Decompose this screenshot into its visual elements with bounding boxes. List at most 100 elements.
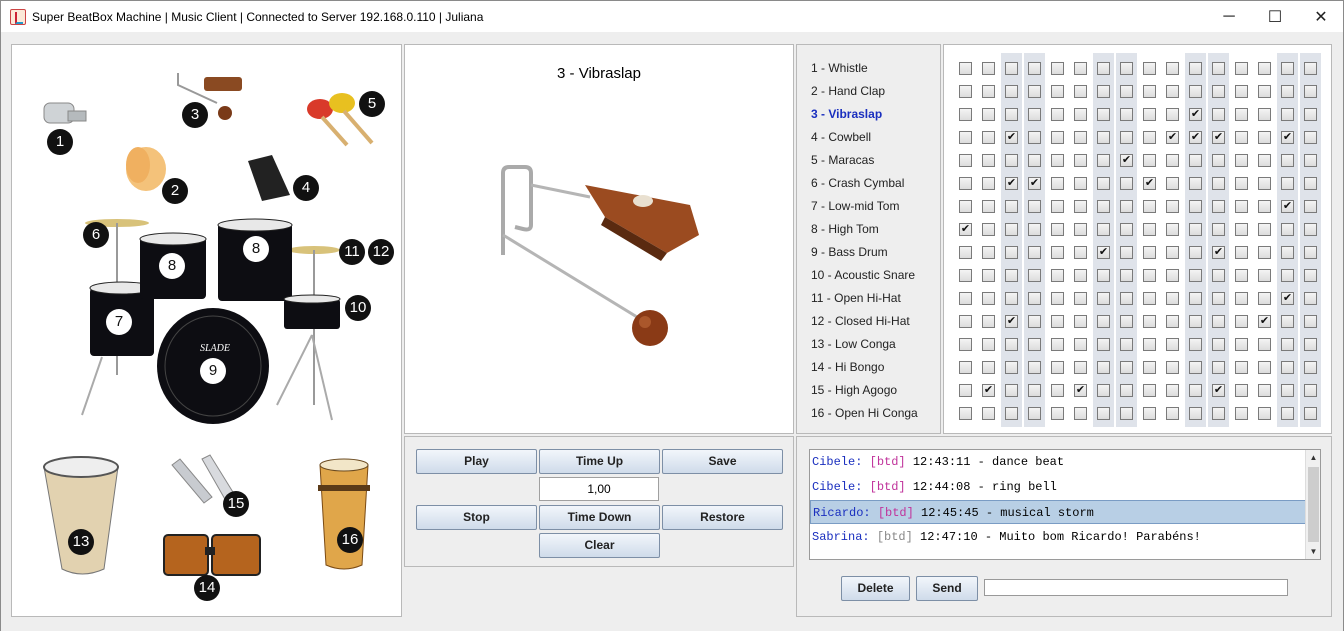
beat-checkbox[interactable] bbox=[1097, 315, 1110, 328]
beat-checkbox[interactable] bbox=[1097, 108, 1110, 121]
instrument-name-item[interactable]: 6 - Crash Cymbal bbox=[811, 173, 904, 193]
beat-checkbox[interactable]: ✔ bbox=[1281, 200, 1294, 213]
beat-checkbox[interactable]: ✔ bbox=[1120, 154, 1133, 167]
instrument-name-item[interactable]: 11 - Open Hi-Hat bbox=[811, 288, 901, 308]
beat-checkbox[interactable] bbox=[1304, 62, 1317, 75]
beat-checkbox[interactable] bbox=[1074, 361, 1087, 374]
beat-checkbox[interactable] bbox=[982, 85, 995, 98]
beat-checkbox[interactable] bbox=[1143, 384, 1156, 397]
beat-checkbox[interactable] bbox=[959, 131, 972, 144]
beat-checkbox[interactable] bbox=[1028, 131, 1041, 144]
chat-message[interactable]: Ricardo: [btd] 12:45:45 - musical storm bbox=[810, 500, 1307, 524]
beat-checkbox[interactable] bbox=[1143, 361, 1156, 374]
beat-checkbox[interactable] bbox=[1097, 292, 1110, 305]
beat-checkbox[interactable] bbox=[1074, 338, 1087, 351]
beat-checkbox[interactable] bbox=[1166, 108, 1179, 121]
beat-checkbox[interactable] bbox=[959, 292, 972, 305]
beat-checkbox[interactable] bbox=[1212, 108, 1225, 121]
beat-checkbox[interactable] bbox=[1005, 62, 1018, 75]
message-list[interactable]: Sabrina: [btd] 12:47:10 - Muito bom Rica… bbox=[809, 449, 1321, 560]
beat-checkbox[interactable] bbox=[959, 407, 972, 420]
beat-checkbox[interactable] bbox=[1028, 384, 1041, 397]
scroll-up-arrow-icon[interactable]: ▲ bbox=[1306, 450, 1320, 465]
beat-checkbox[interactable] bbox=[1212, 177, 1225, 190]
beat-checkbox[interactable] bbox=[1235, 177, 1248, 190]
beat-checkbox[interactable] bbox=[1005, 246, 1018, 259]
beat-checkbox[interactable] bbox=[1281, 315, 1294, 328]
beat-checkbox[interactable] bbox=[1097, 269, 1110, 282]
beat-checkbox[interactable] bbox=[959, 154, 972, 167]
instrument-name-item[interactable]: 9 - Bass Drum bbox=[811, 242, 888, 262]
title-bar[interactable]: Super BeatBox Machine | Music Client | C… bbox=[1, 1, 1343, 32]
chat-message[interactable]: Cibele: [btd] 12:43:11 - dance beat bbox=[810, 450, 1307, 474]
beat-checkbox[interactable] bbox=[1097, 177, 1110, 190]
beat-checkbox[interactable]: ✔ bbox=[1212, 384, 1225, 397]
beat-checkbox[interactable] bbox=[1189, 154, 1202, 167]
beat-checkbox[interactable] bbox=[1120, 62, 1133, 75]
beat-checkbox[interactable]: ✔ bbox=[1166, 131, 1179, 144]
beat-checkbox[interactable] bbox=[1120, 338, 1133, 351]
beat-checkbox[interactable] bbox=[1051, 223, 1064, 236]
instrument-name-item[interactable]: 3 - Vibraslap bbox=[811, 104, 882, 124]
beat-checkbox[interactable] bbox=[1097, 223, 1110, 236]
beat-checkbox[interactable] bbox=[1212, 200, 1225, 213]
beat-checkbox[interactable] bbox=[1258, 223, 1271, 236]
beat-checkbox[interactable] bbox=[1166, 200, 1179, 213]
beat-checkbox[interactable] bbox=[1074, 108, 1087, 121]
beat-checkbox[interactable]: ✔ bbox=[982, 384, 995, 397]
beat-checkbox[interactable] bbox=[1304, 407, 1317, 420]
beat-checkbox[interactable] bbox=[1005, 292, 1018, 305]
beat-checkbox[interactable] bbox=[1074, 131, 1087, 144]
beat-checkbox[interactable] bbox=[1258, 361, 1271, 374]
beat-checkbox[interactable] bbox=[1051, 200, 1064, 213]
beat-checkbox[interactable] bbox=[1304, 315, 1317, 328]
beat-checkbox[interactable] bbox=[1235, 246, 1248, 259]
beat-checkbox[interactable]: ✔ bbox=[1005, 131, 1018, 144]
beat-checkbox[interactable] bbox=[1212, 62, 1225, 75]
beat-checkbox[interactable] bbox=[1143, 269, 1156, 282]
beat-checkbox[interactable] bbox=[1074, 292, 1087, 305]
beat-checkbox[interactable] bbox=[1281, 269, 1294, 282]
beat-checkbox[interactable] bbox=[982, 62, 995, 75]
message-input[interactable] bbox=[984, 579, 1288, 596]
beat-checkbox[interactable] bbox=[1005, 85, 1018, 98]
instrument-name-item[interactable]: 1 - Whistle bbox=[811, 58, 868, 78]
beat-checkbox[interactable] bbox=[1212, 338, 1225, 351]
beat-checkbox[interactable] bbox=[959, 269, 972, 282]
beat-checkbox[interactable] bbox=[1235, 338, 1248, 351]
beat-checkbox[interactable] bbox=[1051, 85, 1064, 98]
beat-checkbox[interactable] bbox=[1028, 200, 1041, 213]
beat-checkbox[interactable] bbox=[1258, 108, 1271, 121]
beat-checkbox[interactable] bbox=[1235, 315, 1248, 328]
beat-checkbox[interactable] bbox=[982, 177, 995, 190]
beat-checkbox[interactable] bbox=[1281, 384, 1294, 397]
beat-checkbox[interactable] bbox=[959, 246, 972, 259]
beat-checkbox[interactable] bbox=[1281, 407, 1294, 420]
beat-checkbox[interactable] bbox=[1281, 108, 1294, 121]
beat-checkbox[interactable] bbox=[1235, 361, 1248, 374]
beat-checkbox[interactable] bbox=[1304, 384, 1317, 397]
beat-checkbox[interactable] bbox=[1166, 315, 1179, 328]
beat-checkbox[interactable] bbox=[1028, 223, 1041, 236]
scroll-down-arrow-icon[interactable]: ▼ bbox=[1306, 544, 1320, 559]
save-button[interactable]: Save bbox=[662, 449, 783, 474]
beat-checkbox[interactable] bbox=[1120, 200, 1133, 213]
beat-checkbox[interactable] bbox=[1005, 361, 1018, 374]
beat-checkbox[interactable] bbox=[1189, 361, 1202, 374]
beat-checkbox[interactable] bbox=[1097, 85, 1110, 98]
beat-checkbox[interactable] bbox=[982, 246, 995, 259]
beat-checkbox[interactable] bbox=[1189, 292, 1202, 305]
beat-checkbox[interactable] bbox=[1235, 292, 1248, 305]
beat-checkbox[interactable] bbox=[1120, 361, 1133, 374]
beat-checkbox[interactable] bbox=[1028, 62, 1041, 75]
play-button[interactable]: Play bbox=[416, 449, 537, 474]
beat-checkbox[interactable] bbox=[1189, 315, 1202, 328]
beat-checkbox[interactable] bbox=[1189, 223, 1202, 236]
instrument-name-item[interactable]: 10 - Acoustic Snare bbox=[811, 265, 915, 285]
beat-checkbox[interactable] bbox=[1005, 108, 1018, 121]
beat-checkbox[interactable] bbox=[1166, 407, 1179, 420]
beat-checkbox[interactable] bbox=[1212, 407, 1225, 420]
instrument-name-item[interactable]: 13 - Low Conga bbox=[811, 334, 896, 354]
beat-checkbox[interactable] bbox=[1258, 292, 1271, 305]
beat-checkbox[interactable] bbox=[1304, 154, 1317, 167]
